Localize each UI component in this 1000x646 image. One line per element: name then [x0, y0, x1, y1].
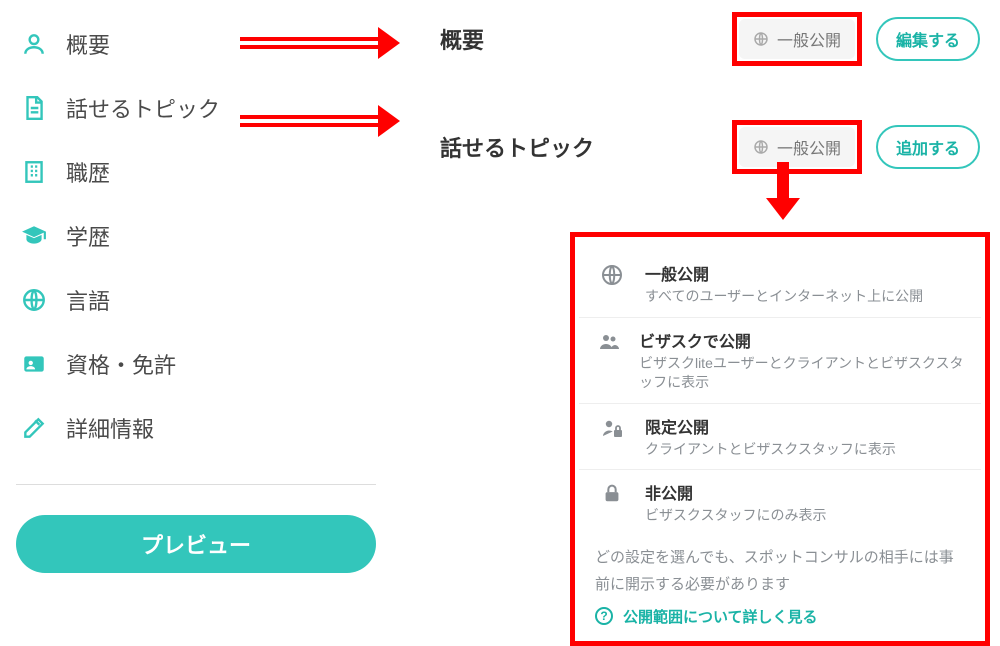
sidebar-item-label: 職歴 [66, 156, 110, 188]
option-desc: ビザスクスタッフにのみ表示 [645, 506, 826, 526]
sidebar-item-label: 言語 [66, 284, 110, 316]
learn-more-label: 公開範囲について詳しく見る [623, 606, 818, 627]
visibility-label: 一般公開 [777, 135, 841, 159]
preview-button[interactable]: プレビュー [16, 515, 376, 573]
globe-icon [753, 31, 769, 47]
content-area: 概要 一般公開 編集する 話せるトピック 一般公開 追加する [440, 12, 980, 228]
sidebar: 概要 話せるトピック 職歴 学歴 言語 資格・免許 詳細情報 [16, 12, 416, 573]
id-card-icon [20, 350, 48, 378]
annotation-arrow [770, 162, 796, 220]
sidebar-item-work-history[interactable]: 職歴 [16, 140, 416, 204]
user-icon [20, 30, 48, 58]
annotation-highlight: 一般公開 [732, 12, 862, 66]
globe-icon [595, 261, 629, 307]
globe-icon [753, 139, 769, 155]
divider [16, 484, 376, 485]
learn-more-link[interactable]: ? 公開範囲について詳しく見る [579, 600, 981, 627]
sidebar-item-label: 資格・免許 [66, 348, 176, 380]
sidebar-item-label: 学歴 [66, 220, 110, 252]
sidebar-item-label: 話せるトピック [66, 92, 220, 124]
lock-icon [595, 480, 629, 526]
visibility-option-public[interactable]: 一般公開 すべてのユーザーとインターネット上に公開 [579, 251, 981, 317]
option-title: 非公開 [645, 480, 826, 504]
sidebar-item-label: 詳細情報 [66, 412, 154, 444]
section-title: 概要 [440, 23, 718, 55]
annotation-arrow [240, 111, 400, 131]
visibility-note: どの設定を選んでも、スポットコンサルの相手には事前に開示する必要があります [579, 536, 981, 600]
annotation-highlight: 一般公開 [732, 120, 862, 174]
visibility-option-limited[interactable]: 限定公開 クライアントとビザスクスタッフに表示 [579, 403, 981, 470]
sidebar-item-education[interactable]: 学歴 [16, 204, 416, 268]
sidebar-item-label: 概要 [66, 28, 110, 60]
section-overview: 概要 一般公開 編集する [440, 12, 980, 66]
add-button[interactable]: 追加する [876, 125, 980, 169]
person-lock-icon [595, 414, 629, 460]
sidebar-item-qualifications[interactable]: 資格・免許 [16, 332, 416, 396]
visibility-option-visasq-public[interactable]: ビザスクで公開 ビザスクliteユーザーとクライアントとビザスクスタッフに表示 [579, 317, 981, 403]
visibility-options-dropdown: 一般公開 すべてのユーザーとインターネット上に公開 ビザスクで公開 ビザスクli… [570, 232, 990, 646]
option-desc: クライアントとビザスクスタッフに表示 [645, 440, 896, 460]
visibility-selector[interactable]: 一般公開 [739, 127, 855, 167]
add-button-label: 追加する [896, 141, 960, 158]
visibility-label: 一般公開 [777, 27, 841, 51]
visibility-selector[interactable]: 一般公開 [739, 19, 855, 59]
globe-icon [20, 286, 48, 314]
preview-button-label: プレビュー [141, 528, 251, 560]
edit-button[interactable]: 編集する [876, 17, 980, 61]
sidebar-item-details[interactable]: 詳細情報 [16, 396, 416, 460]
option-title: 限定公開 [645, 414, 896, 438]
edit-icon [20, 414, 48, 442]
sidebar-item-language[interactable]: 言語 [16, 268, 416, 332]
graduation-icon [20, 222, 48, 250]
help-icon: ? [595, 607, 613, 625]
edit-button-label: 編集する [896, 33, 960, 50]
building-icon [20, 158, 48, 186]
option-title: ビザスクで公開 [639, 328, 965, 352]
option-title: 一般公開 [645, 261, 923, 285]
section-topics: 話せるトピック 一般公開 追加する [440, 120, 980, 174]
section-title: 話せるトピック [440, 131, 718, 163]
option-desc: すべてのユーザーとインターネット上に公開 [645, 287, 923, 307]
document-icon [20, 94, 48, 122]
people-icon [595, 328, 623, 393]
option-desc: ビザスクliteユーザーとクライアントとビザスクスタッフに表示 [639, 354, 965, 393]
annotation-arrow [240, 33, 400, 53]
visibility-option-private[interactable]: 非公開 ビザスクスタッフにのみ表示 [579, 469, 981, 536]
